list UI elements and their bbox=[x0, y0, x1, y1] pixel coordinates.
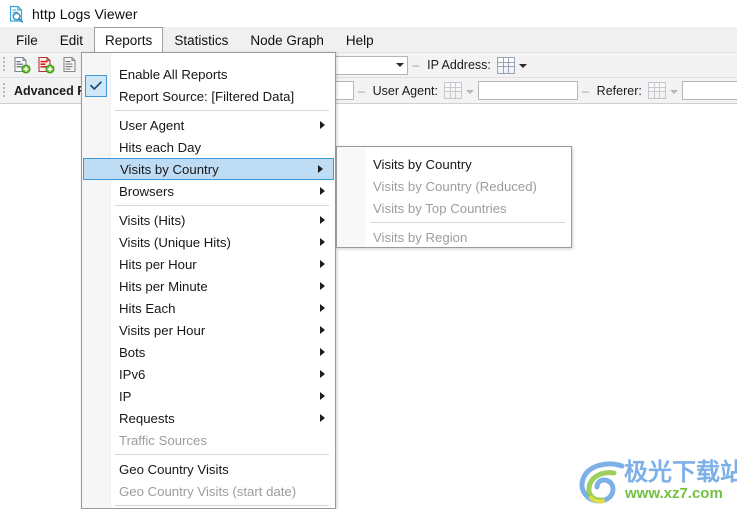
status-combo-caret-icon[interactable] bbox=[396, 63, 405, 67]
submenu-item-label: Visits by Top Countries bbox=[373, 200, 507, 216]
visits-by-country-submenu: Visits by Country Visits by Country (Red… bbox=[336, 146, 572, 248]
menu-separator bbox=[82, 502, 335, 508]
menu-item-browsers[interactable]: Browsers bbox=[82, 180, 335, 202]
menu-item-visits-hits[interactable]: Visits (Hits) bbox=[82, 209, 335, 231]
window-title: http Logs Viewer bbox=[32, 5, 138, 22]
menubar-item-reports[interactable]: Reports bbox=[94, 27, 164, 53]
menu-separator bbox=[82, 202, 335, 209]
menu-item-label: Traffic Sources bbox=[119, 432, 207, 448]
ip-address-dropdown-caret-icon[interactable] bbox=[518, 64, 527, 68]
reports-dropdown-menu: Enable All Reports Report Source: [Filte… bbox=[81, 52, 336, 509]
toolbar-grip[interactable] bbox=[3, 57, 6, 73]
menubar-item-node-graph[interactable]: Node Graph bbox=[239, 27, 335, 53]
submenu-arrow-icon bbox=[320, 121, 325, 129]
submenu-arrow-icon bbox=[318, 165, 323, 173]
menu-item-report-source[interactable]: Report Source: [Filtered Data] bbox=[82, 85, 335, 107]
log-properties-icon[interactable] bbox=[60, 56, 80, 74]
menu-separator bbox=[82, 107, 335, 114]
submenu-arrow-icon bbox=[320, 326, 325, 334]
menu-item-ipv6[interactable]: IPv6 bbox=[82, 363, 335, 385]
submenu-arrow-icon bbox=[320, 348, 325, 356]
submenu-arrow-icon bbox=[320, 392, 325, 400]
menu-item-label: Requests bbox=[119, 410, 175, 426]
menu-item-user-agent[interactable]: User Agent bbox=[82, 114, 335, 136]
submenu-item-visits-by-region: Visits by Region bbox=[337, 226, 571, 247]
referer-dropdown-caret-icon[interactable] bbox=[669, 89, 678, 94]
menu-item-label: Visits (Hits) bbox=[119, 212, 186, 228]
menu-item-label: Hits each Day bbox=[119, 139, 202, 155]
submenu-arrow-icon bbox=[320, 304, 325, 312]
toolbar-divider-3: – bbox=[581, 83, 589, 98]
submenu-arrow-icon bbox=[320, 370, 325, 378]
menubar-item-statistics[interactable]: Statistics bbox=[163, 27, 239, 53]
menubar-item-file[interactable]: File bbox=[5, 27, 49, 53]
toolbar-grip-secondary[interactable] bbox=[3, 82, 6, 99]
title-bar: http Logs Viewer bbox=[0, 0, 737, 27]
menu-item-label: Browsers bbox=[119, 183, 174, 199]
menu-item-bots[interactable]: Bots bbox=[82, 341, 335, 363]
open-log-icon[interactable] bbox=[12, 56, 32, 74]
menu-item-hits-per-hour[interactable]: Hits per Hour bbox=[82, 253, 335, 275]
referer-label: Referer: bbox=[596, 83, 642, 98]
menu-item-hits-each[interactable]: Hits Each bbox=[82, 297, 335, 319]
submenu-arrow-icon bbox=[320, 414, 325, 422]
menu-item-geo-country-visits-start-date: Geo Country Visits (start date) bbox=[82, 480, 335, 502]
ip-address-grid-icon[interactable] bbox=[496, 56, 515, 74]
user-agent-grid-icon[interactable] bbox=[443, 82, 462, 99]
menubar-item-help[interactable]: Help bbox=[335, 27, 385, 53]
user-agent-label: User Agent: bbox=[372, 83, 438, 98]
menu-item-label: Bots bbox=[119, 344, 146, 360]
menu-item-label: Visits (Unique Hits) bbox=[119, 234, 231, 250]
submenu-arrow-icon bbox=[320, 238, 325, 246]
ip-address-label: IP Address: bbox=[427, 58, 491, 72]
report-source-checkmark-icon[interactable] bbox=[85, 75, 107, 97]
menu-item-label: Visits by Country bbox=[120, 161, 219, 177]
submenu-item-visits-by-country[interactable]: Visits by Country bbox=[337, 153, 571, 175]
menu-item-geo-country-visits[interactable]: Geo Country Visits bbox=[82, 458, 335, 480]
menu-item-label: User Agent bbox=[119, 117, 185, 133]
submenu-arrow-icon bbox=[320, 282, 325, 290]
open-log-red-icon[interactable] bbox=[36, 56, 56, 74]
toolbar-divider: – bbox=[412, 58, 420, 72]
menu-item-label: IPv6 bbox=[119, 366, 146, 382]
menu-item-hits-each-day[interactable]: Hits each Day bbox=[82, 136, 335, 158]
menu-item-visits-per-hour[interactable]: Visits per Hour bbox=[82, 319, 335, 341]
menu-item-label: Visits per Hour bbox=[119, 322, 206, 338]
menu-item-ip[interactable]: IP bbox=[82, 385, 335, 407]
submenu-item-label: Visits by Region bbox=[373, 229, 468, 245]
menu-item-visits-unique-hits[interactable]: Visits (Unique Hits) bbox=[82, 231, 335, 253]
submenu-arrow-icon bbox=[320, 216, 325, 224]
user-agent-input[interactable] bbox=[477, 81, 578, 100]
menu-bar: File Edit Reports Statistics Node Graph … bbox=[0, 27, 737, 53]
submenu-arrow-icon bbox=[320, 187, 325, 195]
menu-item-label: Geo Country Visits bbox=[119, 461, 229, 477]
submenu-item-visits-by-top-countries: Visits by Top Countries bbox=[337, 197, 571, 219]
menu-item-label: Hits per Hour bbox=[119, 256, 197, 272]
submenu-item-label: Visits by Country (Reduced) bbox=[373, 178, 537, 194]
menu-item-label: Geo Country Visits (start date) bbox=[119, 483, 297, 499]
document-magnifier-icon bbox=[7, 5, 25, 23]
referer-input[interactable] bbox=[681, 81, 737, 100]
menubar-item-edit[interactable]: Edit bbox=[49, 27, 94, 53]
menu-item-label: Hits Each bbox=[119, 300, 176, 316]
user-agent-dropdown-caret-icon[interactable] bbox=[465, 89, 474, 94]
submenu-arrow-icon bbox=[320, 260, 325, 268]
toolbar-divider-2: – bbox=[357, 83, 365, 98]
submenu-separator bbox=[337, 219, 571, 226]
menu-item-label: IP bbox=[119, 388, 132, 404]
menu-item-label: Report Source: [Filtered Data] bbox=[119, 88, 295, 104]
menu-item-traffic-sources: Traffic Sources bbox=[82, 429, 335, 451]
menu-item-hits-per-minute[interactable]: Hits per Minute bbox=[82, 275, 335, 297]
submenu-item-label: Visits by Country bbox=[373, 156, 472, 172]
menu-item-requests[interactable]: Requests bbox=[82, 407, 335, 429]
submenu-item-visits-by-country-reduced: Visits by Country (Reduced) bbox=[337, 175, 571, 197]
menu-item-label: Hits per Minute bbox=[119, 278, 208, 294]
menu-item-enable-all-reports[interactable]: Enable All Reports bbox=[82, 63, 335, 85]
menu-item-visits-by-country[interactable]: Visits by Country bbox=[83, 158, 334, 180]
referer-grid-icon[interactable] bbox=[647, 82, 666, 99]
menu-item-label: Enable All Reports bbox=[119, 66, 228, 82]
menu-separator bbox=[82, 451, 335, 458]
